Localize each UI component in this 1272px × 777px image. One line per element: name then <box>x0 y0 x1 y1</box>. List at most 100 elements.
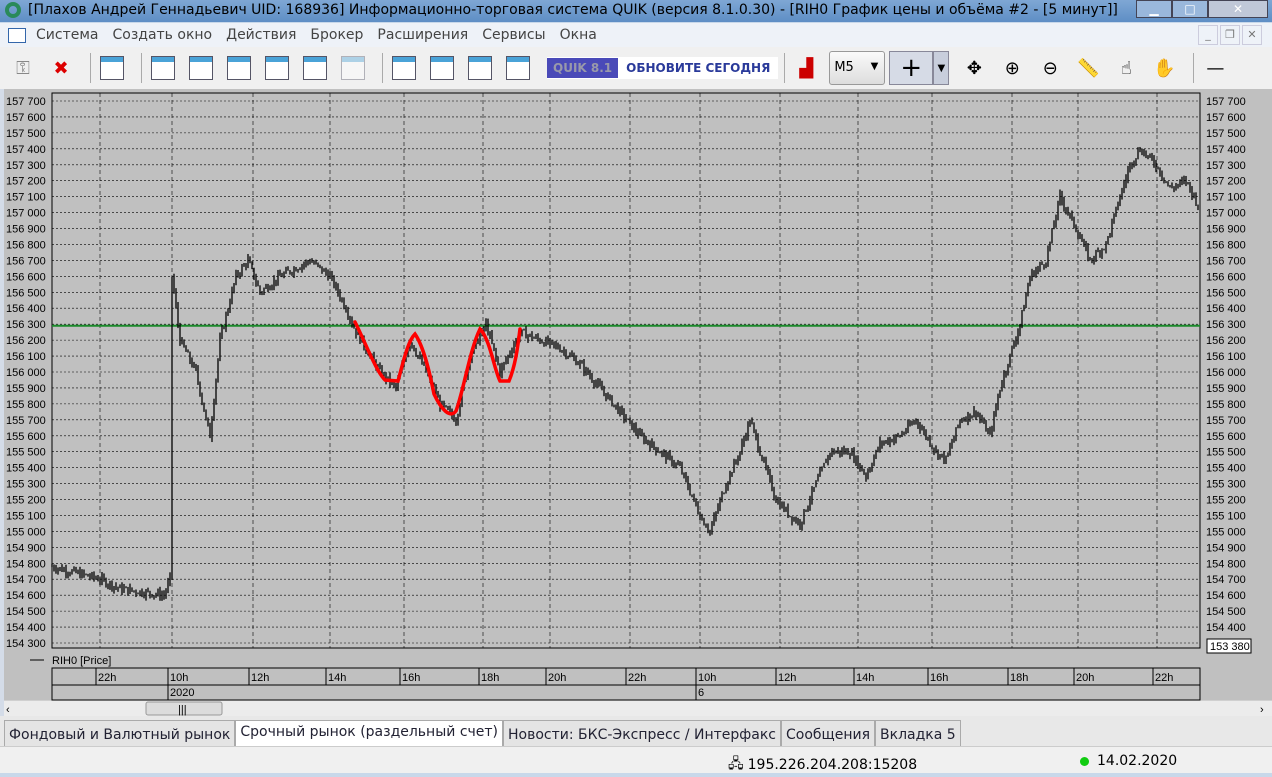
x-tick-label: 10h <box>170 672 188 684</box>
ruler-icon[interactable]: 📏 <box>1073 54 1103 82</box>
y-tick-label-right: 156 900 <box>1206 224 1246 236</box>
y-tick-label-left: 157 500 <box>6 128 46 140</box>
y-tick-label-left: 154 400 <box>6 622 46 634</box>
y-tick-label-right: 155 200 <box>1206 495 1246 507</box>
y-tick-label-left: 156 200 <box>6 335 46 347</box>
y-tick-label-right: 155 100 <box>1206 510 1246 522</box>
minimize-button[interactable]: ▁ <box>1136 0 1172 18</box>
workspace-tabs: Фондовый и Валютный рынок Срочный рынок … <box>0 716 1272 746</box>
x-tick-label: 20h <box>1076 672 1094 684</box>
key-icon[interactable]: ⚿ <box>8 54 38 82</box>
chart-table-icon[interactable] <box>148 54 178 82</box>
y-tick-label-right: 156 000 <box>1206 367 1246 379</box>
x-tick-label: 18h <box>1010 672 1028 684</box>
scroll-right-icon[interactable]: › <box>1260 704 1264 716</box>
menu-actions[interactable]: Действия <box>226 27 296 43</box>
x-tick-label: 22h <box>98 672 116 684</box>
pointer-hand-icon[interactable]: ☝ <box>1111 54 1141 82</box>
maximize-button[interactable]: □ <box>1172 0 1208 18</box>
crosshair-dropdown[interactable]: ▼ <box>933 51 950 85</box>
menu-system[interactable]: Система <box>36 27 98 43</box>
y-tick-label-left: 154 600 <box>6 590 46 602</box>
add-indicator-icon[interactable]: ▟ <box>791 54 821 82</box>
mdi-restore-button[interactable]: ❐ <box>1220 25 1240 45</box>
mdi-minimize-button[interactable]: _ <box>1198 25 1218 45</box>
money-icon[interactable] <box>503 54 533 82</box>
y-tick-label-left: 154 800 <box>6 558 46 570</box>
title-bar: [Плахов Андрей Геннадьевич UID: 168936] … <box>0 0 1272 22</box>
window-title: [Плахов Андрей Геннадьевич UID: 168936] … <box>28 2 1118 18</box>
delete-table-icon[interactable] <box>338 54 368 82</box>
menu-create-window[interactable]: Создать окно <box>112 27 212 43</box>
y-tick-label-right: 157 700 <box>1206 96 1246 108</box>
quotes-icon[interactable] <box>224 54 254 82</box>
y-tick-label-right: 157 300 <box>1206 160 1246 172</box>
price-chart[interactable]: 157 700 157 700 157 600 157 600 157 500 157 5… <box>4 89 1272 716</box>
y-tick-label-right: 155 700 <box>1206 415 1246 427</box>
menu-windows[interactable]: Окна <box>560 27 597 43</box>
server-address: 195.226.204.208:15208 <box>747 757 918 773</box>
x-tick-label: 18h <box>481 672 499 684</box>
y-tick-label-right: 157 000 <box>1206 208 1246 220</box>
y-tick-label-right: 156 400 <box>1206 303 1246 315</box>
mdi-close-button[interactable]: ✕ <box>1242 25 1262 45</box>
time-axis-row2 <box>51 684 1201 701</box>
chart-window-icon[interactable] <box>8 27 26 43</box>
scroll-left-icon[interactable]: ‹ <box>6 704 10 716</box>
y-tick-label-left: 155 200 <box>6 495 46 507</box>
line-tool-icon[interactable]: — <box>1200 54 1230 82</box>
new-table-icon[interactable] <box>97 54 127 82</box>
y-tick-label-left: 157 000 <box>6 208 46 220</box>
y-tick-label-right: 157 400 <box>1206 144 1246 156</box>
disconnect-key-icon[interactable]: ✖ <box>46 54 76 82</box>
x-tick-label: 20h <box>548 672 566 684</box>
x-tick-label: 10h <box>698 672 716 684</box>
y-tick-label-left: 156 600 <box>6 271 46 283</box>
y-tick-label-left: 157 600 <box>6 112 46 124</box>
move-icon[interactable]: ✥ <box>959 54 989 82</box>
chart-legend: RIH0 [Price] <box>52 655 111 667</box>
tab-messages[interactable]: Сообщения <box>781 720 876 746</box>
close-button[interactable]: ✕ <box>1208 0 1268 18</box>
menu-broker[interactable]: Брокер <box>310 27 363 43</box>
y-tick-label-left: 155 500 <box>6 447 46 459</box>
y-tick-label-left: 156 300 <box>6 319 46 331</box>
y-tick-label-right: 157 600 <box>1206 112 1246 124</box>
tab-futures-market[interactable]: Срочный рынок (раздельный счет) <box>235 720 504 746</box>
tab-5[interactable]: Вкладка 5 <box>875 720 961 746</box>
y-tick-label-right: 154 500 <box>1206 606 1246 618</box>
menu-services[interactable]: Сервисы <box>482 27 545 43</box>
grab-hand-icon[interactable]: ✋ <box>1149 54 1179 82</box>
tab-stock-market[interactable]: Фондовый и Валютный рынок <box>4 720 236 746</box>
orders-icon[interactable] <box>427 54 457 82</box>
y-tick-label-left: 156 000 <box>6 367 46 379</box>
y-tick-label-right: 156 300 <box>1206 319 1246 331</box>
menu-extensions[interactable]: Расширения <box>377 27 468 43</box>
update-banner[interactable]: QUIK 8.1 ОБНОВИТЕ СЕГОДНЯ <box>547 57 779 79</box>
zoom-out-icon[interactable]: ⊖ <box>1035 54 1065 82</box>
trade-icon[interactable] <box>389 54 419 82</box>
y-tick-label-right: 154 700 <box>1206 574 1246 586</box>
y-tick-label-left: 157 100 <box>6 192 46 204</box>
svg-text:|||: ||| <box>178 704 187 716</box>
y-tick-label-right: 155 000 <box>1206 526 1246 538</box>
x-date-label: 2020 <box>170 687 194 699</box>
crosshair-button[interactable]: + <box>889 51 934 85</box>
deals-icon[interactable] <box>262 54 292 82</box>
zoom-in-icon[interactable]: ⊕ <box>997 54 1027 82</box>
x-tick-label: 12h <box>251 672 269 684</box>
stop-orders-icon[interactable] <box>465 54 495 82</box>
y-tick-label-right: 154 800 <box>1206 558 1246 570</box>
tab-news[interactable]: Новости: БКС-Экспресс / Интерфакс <box>503 720 781 746</box>
x-tick-label: 16h <box>402 672 420 684</box>
y-tick-label-left: 155 800 <box>6 399 46 411</box>
orderbook-icon[interactable] <box>186 54 216 82</box>
interval-select[interactable]: M5 <box>829 51 886 85</box>
y-tick-label-right: 155 600 <box>1206 431 1246 443</box>
y-tick-label-right: 157 100 <box>1206 192 1246 204</box>
network-icon: 🖧 <box>728 756 744 772</box>
toolbar: ⚿ ✖ QUIK 8.1ОБНОВИТЕ СЕГОДНЯ ▟ M5 + ▼ ✥ … <box>0 47 1272 89</box>
last-price-label: 153 380 <box>1210 641 1250 653</box>
settings-table-icon[interactable] <box>300 54 330 82</box>
x-tick-label: 16h <box>930 672 948 684</box>
